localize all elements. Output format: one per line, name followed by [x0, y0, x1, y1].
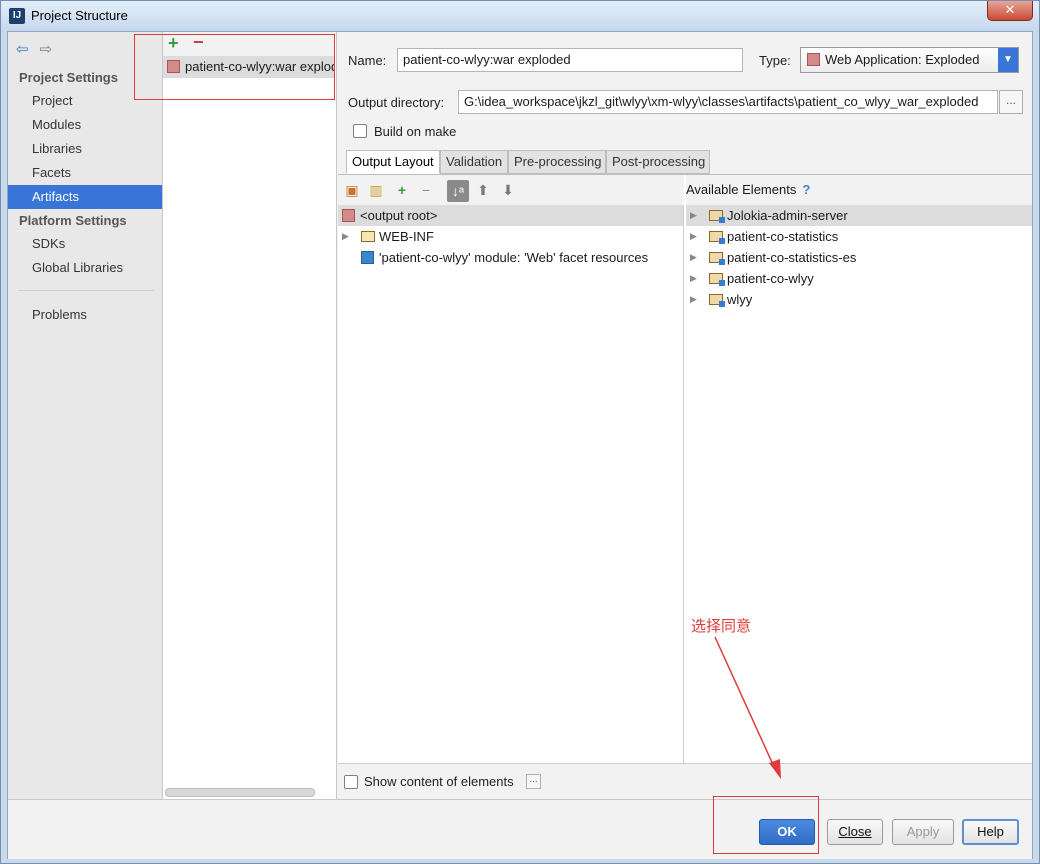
- available-item[interactable]: ▶ patient-co-statistics: [686, 226, 1032, 247]
- available-item-label: wlyy: [727, 292, 753, 307]
- expand-arrow-icon[interactable]: ▶: [690, 205, 700, 226]
- sort-elements-icon[interactable]: ↓ᵃ: [447, 180, 469, 202]
- project-structure-window: IJ Project Structure ✕ ⇦ ⇨ Project Setti…: [0, 0, 1040, 864]
- nav-item-modules[interactable]: Modules: [8, 113, 162, 137]
- expand-arrow-icon[interactable]: ▶: [342, 226, 352, 247]
- project-settings-heading: Project Settings: [19, 70, 118, 85]
- output-directory-label: Output directory:: [348, 95, 445, 110]
- module-folder-icon: [709, 210, 725, 223]
- window-close-button[interactable]: ✕: [987, 1, 1033, 21]
- folder-icon: [361, 231, 375, 242]
- apply-button[interactable]: Apply: [892, 819, 954, 845]
- available-item[interactable]: ▶ patient-co-statistics-es: [686, 247, 1032, 268]
- platform-settings-heading: Platform Settings: [19, 213, 127, 228]
- tree-row-label: WEB-INF: [379, 229, 434, 244]
- output-directory-field[interactable]: G:\idea_workspace\jkzl_git\wlyy\xm-wlyy\…: [458, 90, 998, 114]
- type-select-value: Web Application: Exploded: [825, 52, 980, 67]
- tree-row-output-root[interactable]: <output root>: [338, 205, 683, 226]
- nav-arrows: ⇦ ⇨: [16, 40, 60, 58]
- expand-arrow-icon[interactable]: ▶: [690, 289, 700, 310]
- show-content-strip: Show content of elements ...: [338, 763, 1032, 800]
- expand-arrow-icon[interactable]: ▶: [690, 247, 700, 268]
- remove-element-icon[interactable]: −: [418, 182, 434, 198]
- help-question-icon[interactable]: ?: [802, 182, 810, 197]
- close-button[interactable]: Close: [827, 819, 883, 845]
- artifact-list-scrollbar[interactable]: [165, 788, 315, 797]
- move-up-icon[interactable]: ⬆: [475, 182, 491, 198]
- window-title: Project Structure: [31, 8, 128, 23]
- new-directory-icon[interactable]: ▣: [344, 182, 360, 198]
- available-item-label: patient-co-statistics-es: [727, 250, 857, 265]
- artifact-details-pane: Name: patient-co-wlyy:war exploded Type:…: [338, 32, 1032, 800]
- nav-item-sdks[interactable]: SDKs: [8, 232, 162, 256]
- intellij-app-icon: IJ: [9, 8, 25, 24]
- annotation-arrow-icon: [714, 636, 781, 779]
- type-select[interactable]: Web Application: Exploded ▼: [800, 47, 1019, 73]
- annotation-highlight-ok: [713, 796, 819, 854]
- dialog-client-area: ⇦ ⇨ Project Settings Project Modules Lib…: [7, 31, 1033, 859]
- expand-arrow-icon[interactable]: ▶: [690, 268, 700, 289]
- build-on-make-label: Build on make: [374, 124, 457, 139]
- name-field[interactable]: patient-co-wlyy:war exploded: [397, 48, 743, 72]
- tab-pre-processing[interactable]: Pre-processing: [508, 150, 606, 174]
- help-button[interactable]: Help: [962, 819, 1019, 845]
- module-folder-icon: [709, 294, 725, 307]
- nav-item-artifacts[interactable]: Artifacts: [8, 185, 162, 209]
- new-archive-icon[interactable]: ▥: [368, 182, 384, 198]
- tab-post-processing[interactable]: Post-processing: [606, 150, 710, 174]
- settings-nav: ⇦ ⇨ Project Settings Project Modules Lib…: [8, 32, 163, 799]
- expand-arrow-icon[interactable]: ▶: [690, 226, 700, 247]
- web-app-icon: [807, 53, 820, 66]
- archive-icon: [342, 209, 355, 222]
- available-item-label: patient-co-wlyy: [727, 271, 814, 286]
- show-content-checkbox[interactable]: [344, 775, 358, 789]
- tree-row-web-inf[interactable]: ▶ WEB-INF: [338, 226, 683, 247]
- tree-row-label: 'patient-co-wlyy' module: 'Web' facet re…: [379, 250, 649, 265]
- chevron-down-icon[interactable]: ▼: [998, 48, 1018, 72]
- available-item[interactable]: ▶ wlyy: [686, 289, 1032, 310]
- output-layout-tree: <output root> ▶ WEB-INF 'patient-co-wlyy…: [338, 205, 684, 763]
- annotation-highlight-artifact: [134, 34, 335, 100]
- output-layout-toolbar: ▣ ▥ + − ↓ᵃ ⬆ ⬇: [338, 175, 684, 205]
- available-item[interactable]: ▶ patient-co-wlyy: [686, 268, 1032, 289]
- show-content-label: Show content of elements: [364, 774, 514, 789]
- available-item-label: Jolokia-admin-server: [727, 208, 848, 223]
- nav-item-libraries[interactable]: Libraries: [8, 137, 162, 161]
- nav-divider: [18, 290, 154, 291]
- forward-arrow-icon[interactable]: ⇨: [40, 40, 60, 58]
- artifact-list-panel: + − patient-co-wlyy:war exploded: [163, 32, 337, 799]
- module-folder-icon: [709, 252, 725, 265]
- build-on-make-checkbox[interactable]: [353, 124, 367, 138]
- available-elements-title: Available Elements: [686, 182, 797, 197]
- nav-item-facets[interactable]: Facets: [8, 161, 162, 185]
- available-elements-header: Available Elements?: [686, 175, 1032, 205]
- type-label: Type:: [759, 53, 791, 68]
- web-facet-icon: [361, 251, 374, 264]
- nav-item-global-libraries[interactable]: Global Libraries: [8, 256, 162, 280]
- module-folder-icon: [709, 273, 725, 286]
- available-item-label: patient-co-statistics: [727, 229, 839, 244]
- nav-item-problems[interactable]: Problems: [8, 303, 162, 327]
- back-arrow-icon[interactable]: ⇦: [16, 40, 36, 58]
- move-down-icon[interactable]: ⬇: [500, 182, 516, 198]
- name-label: Name:: [348, 53, 387, 68]
- tab-validation[interactable]: Validation: [440, 150, 508, 174]
- close-button-label: Close: [838, 824, 872, 839]
- tree-row-label: <output root>: [360, 208, 438, 223]
- dialog-footer: OK Close Apply Help: [8, 799, 1032, 859]
- show-content-options-button[interactable]: ...: [526, 774, 541, 789]
- title-bar: IJ Project Structure ✕: [1, 1, 1039, 31]
- tab-output-layout[interactable]: Output Layout: [346, 150, 440, 174]
- add-element-icon[interactable]: +: [394, 182, 410, 198]
- browse-output-directory-button[interactable]: ...: [999, 90, 1023, 114]
- module-folder-icon: [709, 231, 725, 244]
- tree-row-web-facet-resources[interactable]: 'patient-co-wlyy' module: 'Web' facet re…: [338, 247, 683, 268]
- available-item[interactable]: ▶ Jolokia-admin-server: [686, 205, 1032, 226]
- output-layout-content: ▣ ▥ + − ↓ᵃ ⬆ ⬇ Available Elements? <outp…: [338, 174, 1032, 800]
